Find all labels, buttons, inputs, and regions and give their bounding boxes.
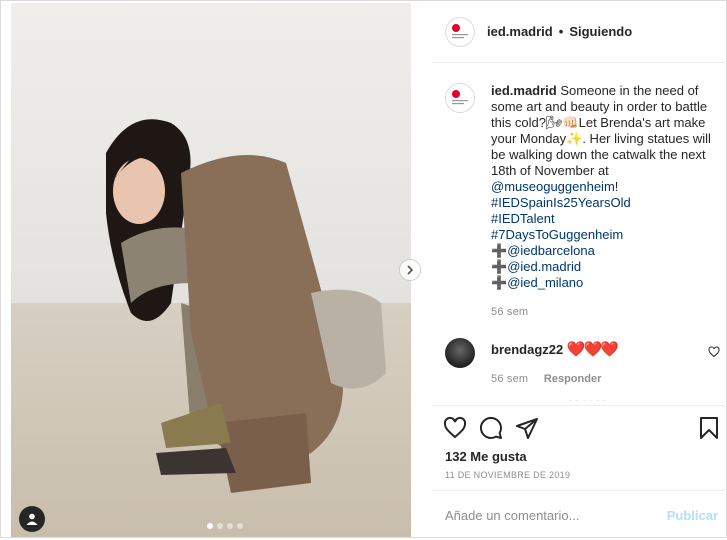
ied-logo-icon [449, 21, 471, 43]
bookmark-icon[interactable] [698, 416, 720, 440]
carousel-dot [227, 523, 233, 529]
mention-line: ➕@ied.madrid [491, 259, 723, 275]
comment-input[interactable] [445, 508, 667, 523]
publish-button[interactable]: Publicar [667, 508, 718, 523]
avatar[interactable] [445, 16, 475, 47]
hashtag-link[interactable]: #IEDSpainIs25YearsOld [491, 195, 723, 211]
following-button[interactable]: Siguiendo [569, 24, 632, 39]
caption-username[interactable]: ied.madrid [491, 83, 557, 98]
carousel-dot [237, 523, 243, 529]
chevron-right-icon[interactable] [399, 259, 421, 281]
post-sidebar: ied.madrid • Siguiendo ied.madrid Someon… [431, 1, 727, 539]
mention-line: ➕@iedbarcelona [491, 243, 723, 259]
comment-like-icon[interactable] [708, 346, 720, 358]
caption-avatar[interactable] [445, 83, 475, 113]
comment-composer: Publicar [431, 490, 727, 540]
plus-icon: ➕ [491, 259, 508, 274]
post-photo[interactable] [11, 3, 411, 537]
caption-punct: ! [614, 179, 619, 194]
plus-icon: ➕ [491, 275, 508, 290]
heart-icon[interactable] [443, 416, 467, 440]
comment-text: ❤️❤️❤️ [566, 341, 619, 358]
post-dialog: ied.madrid • Siguiendo ied.madrid Someon… [0, 0, 727, 538]
mention-line: ➕@ied_milano [491, 275, 723, 291]
user-tag-icon[interactable] [19, 506, 45, 532]
plus-icon: ➕ [491, 243, 508, 258]
post-header: ied.madrid • Siguiendo [431, 1, 727, 63]
comment-username[interactable]: brendagz22 [491, 342, 563, 357]
reply-button[interactable]: Responder [544, 373, 601, 385]
share-icon[interactable] [515, 416, 539, 440]
carousel-dot-active [207, 523, 213, 529]
post-date[interactable]: 11 DE NOVIEMBRE DE 2019 [445, 470, 570, 480]
comment: brendagz22 ❤️❤️❤️ 56 sem Responder [445, 338, 727, 385]
comment-body: brendagz22 ❤️❤️❤️ 56 sem Responder [491, 338, 619, 385]
comment-icon[interactable] [479, 416, 503, 440]
more-comments-indicator[interactable]: · · · · · · [569, 396, 607, 405]
mention-link[interactable]: @iedbarcelona [507, 243, 595, 258]
action-icons [443, 416, 539, 440]
caption: ied.madrid Someone in the need of some a… [445, 83, 725, 320]
mention-link[interactable]: @ied.madrid [507, 259, 581, 274]
ied-logo-icon [449, 87, 471, 109]
commenter-avatar[interactable] [445, 338, 475, 368]
hashtag-link[interactable]: #7DaysToGuggenheim [491, 227, 723, 243]
mention-link[interactable]: @ied_milano [507, 275, 583, 290]
like-count[interactable]: 132 Me gusta [445, 449, 527, 464]
comment-time[interactable]: 56 sem [491, 373, 528, 385]
carousel-dot [217, 523, 223, 529]
action-bar: 132 Me gusta 11 DE NOVIEMBRE DE 2019 Pub… [431, 405, 727, 539]
carousel-dots [207, 523, 243, 529]
mention-link[interactable]: @museoguggenheim [491, 179, 615, 194]
caption-text: ied.madrid Someone in the need of some a… [491, 83, 723, 320]
hashtag-link[interactable]: #IEDTalent [491, 211, 723, 227]
caption-time[interactable]: 56 sem [491, 304, 723, 320]
header-username[interactable]: ied.madrid [487, 24, 553, 39]
photo-subject [106, 119, 386, 493]
header-separator: • [558, 24, 564, 39]
